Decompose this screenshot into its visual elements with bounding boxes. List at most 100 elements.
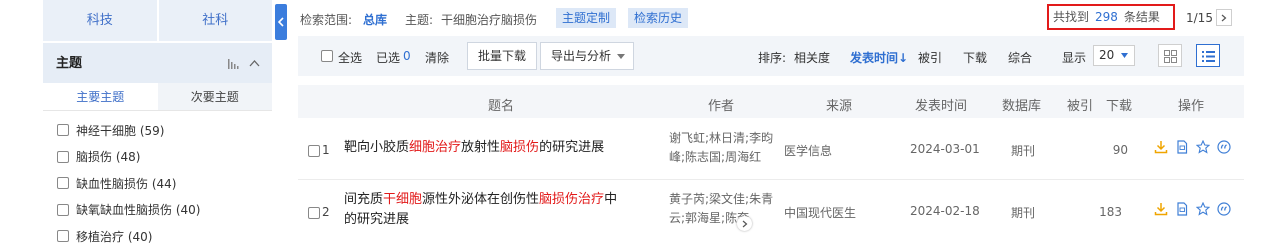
article-title-link[interactable]: 间充质干细胞源性外泌体在创伤性脑损伤治疗中 的研究进展 — [344, 190, 654, 230]
tab-primary-topic[interactable]: 主要主题 — [43, 83, 158, 110]
html-read-icon[interactable] — [1175, 140, 1189, 154]
author-list[interactable]: 谢飞虹;林日清;李昀 峰;陈志国;周海红 — [669, 129, 779, 167]
discipline-tabs: 科技 社科 — [43, 0, 272, 41]
facet-checkbox[interactable] — [57, 177, 69, 190]
more-authors-button[interactable] — [737, 216, 752, 231]
title-segment: 的研究进展 — [344, 212, 410, 227]
col-actions: 操作 — [1178, 99, 1205, 114]
select-all-checkbox[interactable] — [321, 50, 333, 62]
result-count: 共找到 298 条结果 — [1047, 4, 1175, 30]
grid-icon — [1164, 50, 1177, 63]
row-checkbox[interactable] — [308, 207, 320, 219]
select-all-label[interactable]: 全选 — [338, 49, 362, 66]
facet-label: 缺血性脑损伤 (44) — [76, 176, 177, 191]
facet-item[interactable]: 移植治疗 (40) — [43, 223, 272, 243]
facet-item[interactable]: 脑损伤 (48) — [43, 144, 272, 171]
author-line[interactable]: 峰;陈志国;周海红 — [669, 148, 779, 167]
favorite-star-icon[interactable] — [1195, 139, 1211, 154]
title-highlight: 脑损伤治疗 — [539, 192, 605, 207]
result-count-number: 298 — [1095, 10, 1118, 24]
html-read-icon[interactable] — [1175, 202, 1189, 216]
facet-label: 缺氧缺血性脑损伤 (40) — [76, 203, 201, 218]
download-icon[interactable] — [1154, 140, 1168, 154]
tab-secondary-topic[interactable]: 次要主题 — [157, 83, 272, 110]
caret-down-icon — [617, 54, 626, 59]
row-actions — [1154, 201, 1231, 216]
tab-science-tech[interactable]: 科技 — [43, 0, 157, 41]
facet-checkbox[interactable] — [57, 230, 69, 243]
topic-label: 主题: — [405, 13, 434, 27]
row-checkbox[interactable] — [308, 145, 320, 157]
sort-publish-date[interactable]: 发表时间↓ — [850, 49, 908, 66]
col-title: 题名 — [488, 99, 515, 114]
page-size-value: 20 — [1099, 48, 1115, 62]
clear-selection-link[interactable]: 清除 — [425, 49, 449, 66]
grid-view-button[interactable] — [1158, 44, 1182, 67]
author-line[interactable]: 谢飞虹;林日清;李昀 — [669, 129, 779, 148]
author-list[interactable]: 黄子芮;梁文佳;朱青 云;郭海星;陈奎 — [669, 190, 779, 228]
list-view-button[interactable] — [1196, 44, 1220, 67]
table-header: 题名 作者 来源 发表时间 数据库 被引 下载 操作 — [298, 85, 1244, 118]
sort-composite[interactable]: 综合 — [1008, 49, 1032, 66]
sort-relevance[interactable]: 相关度 — [794, 49, 830, 66]
export-analyze-label: 导出与分析 — [551, 49, 612, 63]
sort-citations[interactable]: 被引 — [918, 49, 942, 66]
col-date: 发表时间 — [915, 99, 968, 114]
col-author: 作者 — [708, 99, 735, 114]
col-database: 数据库 — [1002, 99, 1042, 114]
title-segment: 的研究进展 — [539, 140, 605, 155]
quote-icon[interactable] — [1217, 202, 1231, 216]
chevron-up-icon[interactable] — [249, 59, 260, 67]
title-segment: 间充质 — [344, 192, 384, 207]
collapse-sidebar-button[interactable] — [275, 4, 287, 40]
page-indicator: 1/15 — [1186, 11, 1213, 25]
arrow-down-icon: ↓ — [898, 51, 909, 65]
download-icon[interactable] — [1154, 202, 1168, 216]
facet-checkbox[interactable] — [57, 150, 69, 163]
download-count: 90 — [1112, 143, 1128, 157]
facet-checkbox[interactable] — [57, 203, 69, 216]
tab-social-science[interactable]: 社科 — [156, 0, 272, 41]
col-source: 来源 — [826, 99, 853, 114]
topic-subscribe-button[interactable]: 主题定制 — [556, 8, 617, 28]
bar-chart-icon[interactable] — [228, 59, 240, 69]
scope-label: 检索范围: — [300, 13, 353, 27]
source-link[interactable]: 中国现代医生 — [784, 204, 856, 221]
favorite-star-icon[interactable] — [1195, 201, 1211, 216]
title-segment: 放射性 — [461, 140, 501, 155]
publish-date: 2024-03-01 — [910, 142, 980, 156]
download-count: 183 — [1099, 205, 1122, 219]
facet-item[interactable]: 神经干细胞 (59) — [43, 117, 272, 144]
export-analyze-dropdown[interactable]: 导出与分析 — [540, 42, 635, 70]
row-index: 2 — [322, 205, 330, 219]
facet-checkbox[interactable] — [57, 124, 69, 137]
display-label: 显示 — [1062, 51, 1087, 65]
title-highlight: 干细胞 — [383, 192, 423, 207]
facet-label: 神经干细胞 (59) — [76, 123, 165, 138]
title-segment: 源性外泌体在创伤性 — [422, 192, 540, 207]
author-line[interactable]: 黄子芮;梁文佳;朱青 — [669, 190, 779, 209]
facet-item[interactable]: 缺氧缺血性脑损伤 (40) — [43, 197, 272, 224]
database-type: 期刊 — [1011, 206, 1036, 220]
source-link[interactable]: 医学信息 — [784, 142, 832, 159]
search-scope-bar: 检索范围: 总库 主题: 干细胞治疗脑损伤 主题定制 检索历史 共找到 298 条结… — [298, 0, 1244, 36]
batch-download-button[interactable]: 批量下载 — [467, 42, 538, 70]
scope-value: 总库 — [363, 13, 388, 27]
page-size-select[interactable]: 20 — [1093, 45, 1135, 66]
results-table: 题名 作者 来源 发表时间 数据库 被引 下载 操作 1 靶向小胶质细胞治疗放射… — [298, 85, 1244, 240]
facet-header: 主题 — [43, 43, 272, 83]
facet-list: 神经干细胞 (59) 脑损伤 (48) 缺血性脑损伤 (44) 缺氧缺血性脑损伤… — [43, 111, 272, 243]
search-history-button[interactable]: 检索历史 — [628, 8, 689, 28]
article-title-link[interactable]: 靶向小胶质细胞治疗放射性脑损伤的研究进展 — [344, 138, 654, 158]
results-toolbar: 全选 已选 0 清除 批量下载 导出与分析 排序: 相关度 发表时间↓ 被引 下… — [298, 36, 1244, 76]
caret-down-icon — [1121, 53, 1128, 58]
title-highlight: 细胞治疗 — [409, 140, 462, 155]
facet-title: 主题 — [56, 56, 83, 71]
sort-downloads[interactable]: 下载 — [963, 49, 987, 66]
author-line[interactable]: 云;郭海星;陈奎 — [669, 209, 779, 228]
chevron-left-icon — [278, 17, 284, 27]
next-page-button[interactable] — [1216, 9, 1232, 26]
quote-icon[interactable] — [1217, 140, 1231, 154]
topic-subtabs: 主要主题 次要主题 — [43, 83, 272, 111]
facet-item[interactable]: 缺血性脑损伤 (44) — [43, 170, 272, 197]
